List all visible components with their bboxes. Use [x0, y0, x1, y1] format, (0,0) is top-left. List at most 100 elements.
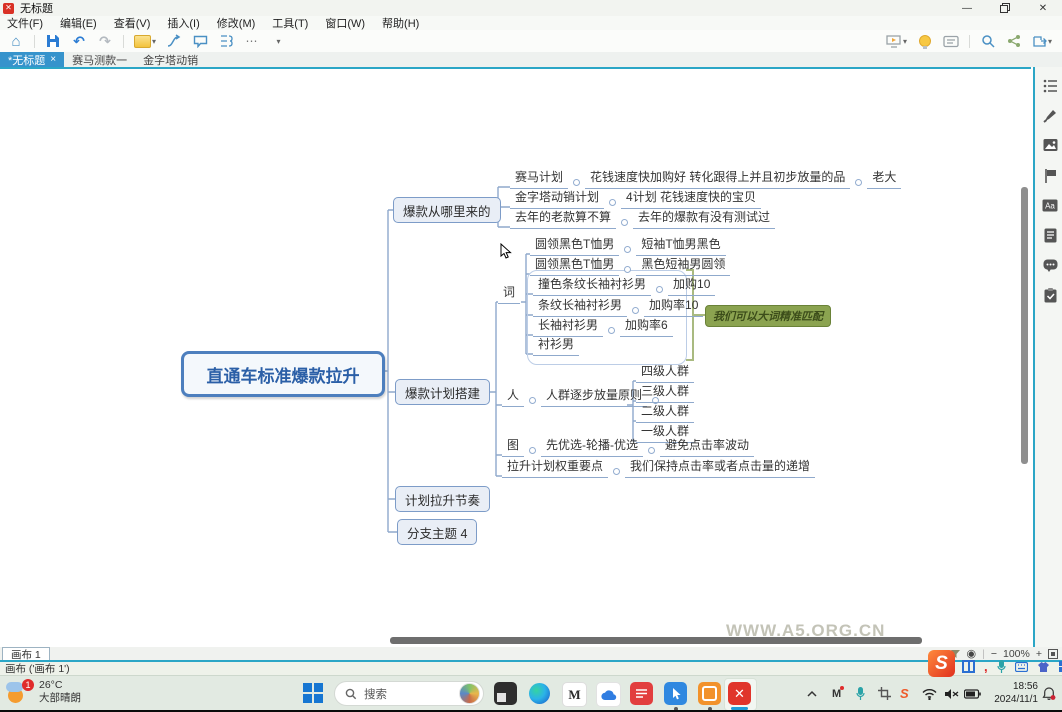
weather-widget[interactable]: 1 26°C 大部晴朗	[6, 679, 81, 705]
memo-button[interactable]	[943, 32, 959, 50]
maximize-button[interactable]	[986, 0, 1024, 16]
idea-button[interactable]	[917, 32, 933, 50]
topic[interactable]: 加购率10	[644, 296, 704, 317]
app-mindmaster-active[interactable]: ✕	[728, 682, 751, 705]
taskbar-search[interactable]: 搜索	[334, 681, 484, 706]
home-button[interactable]: ⌂	[8, 32, 24, 50]
tray-battery[interactable]	[964, 676, 981, 711]
sogou-menu-icon[interactable]	[1058, 661, 1062, 672]
close-button[interactable]: ✕	[1024, 0, 1062, 16]
zoom-out-button[interactable]: −	[991, 648, 997, 660]
tray-sogou[interactable]: S	[900, 676, 909, 711]
fit-screen-icon[interactable]	[1048, 648, 1058, 659]
save-button[interactable]	[45, 32, 61, 50]
theme-style-button[interactable]: ▾	[134, 32, 156, 50]
topic[interactable]: 避免点击率波动	[660, 436, 755, 457]
search-button[interactable]	[980, 32, 996, 50]
menu-file[interactable]: 文件(F)	[7, 15, 43, 31]
undo-button[interactable]: ↶	[71, 32, 87, 50]
callout-button[interactable]	[192, 32, 208, 50]
app-edge[interactable]	[528, 682, 551, 705]
punctuation-icon[interactable]: ,	[984, 660, 988, 673]
canvas-tab[interactable]: 画布 1	[2, 647, 50, 661]
toolbar-dropdown-button[interactable]: ▾	[270, 32, 286, 50]
keyboard-icon[interactable]	[1014, 661, 1028, 672]
tray-notifications[interactable]	[1042, 676, 1056, 711]
zoom-in-button[interactable]: +	[1036, 648, 1042, 660]
app-m-tile[interactable]: M	[562, 682, 587, 707]
menu-modify[interactable]: 修改(M)	[217, 15, 256, 31]
topic[interactable]: 花钱速度快加购好 转化跟得上并且初步放量的品	[585, 168, 851, 189]
skin-shirt-icon[interactable]	[1037, 661, 1050, 673]
branch-from[interactable]: 爆款从哪里来的	[393, 197, 501, 223]
topic[interactable]: 去年的爆款有没有测试过	[633, 208, 776, 229]
summary-callout[interactable]: 我们可以大词精准匹配	[705, 305, 831, 327]
menu-edit[interactable]: 编辑(E)	[60, 15, 97, 31]
tray-wifi[interactable]	[922, 676, 937, 711]
font-panel-button[interactable]: Aa	[1042, 197, 1058, 213]
taskbar-clock[interactable]: 18:56 2024/11/1	[986, 681, 1038, 706]
doc-tab-jinzita[interactable]: 金字塔动销	[135, 52, 206, 67]
topic[interactable]: 老大	[867, 168, 902, 189]
chinese-mode-icon[interactable]	[962, 660, 975, 673]
topic[interactable]: 赛马计划	[510, 168, 569, 189]
start-button[interactable]	[303, 683, 324, 704]
comment-panel-button[interactable]	[1042, 257, 1058, 273]
app-cloud[interactable]	[596, 682, 621, 707]
doc-tab-saima[interactable]: 赛马测款一	[64, 52, 135, 67]
tray-mic[interactable]	[856, 676, 865, 711]
more-tools-button[interactable]: ⋯	[244, 32, 260, 50]
tray-m-app[interactable]: M	[832, 676, 845, 711]
menu-view[interactable]: 查看(V)	[114, 15, 151, 31]
presentation-button[interactable]: ▾	[886, 32, 907, 50]
topic[interactable]: 去年的老款算不算	[510, 208, 617, 229]
share-button[interactable]	[1006, 32, 1022, 50]
task-panel-button[interactable]	[1042, 287, 1058, 303]
tray-chevron[interactable]	[806, 676, 818, 711]
outline-panel-button[interactable]	[1042, 77, 1058, 93]
relationship-button[interactable]	[166, 32, 182, 50]
menu-insert[interactable]: 插入(I)	[167, 15, 199, 31]
topic-picture[interactable]: 图	[502, 436, 525, 457]
topic[interactable]: 人群逐步放量原则	[541, 386, 648, 407]
redo-button[interactable]: ↷	[97, 32, 113, 50]
topic[interactable]: 金字塔动销计划	[510, 188, 605, 209]
tab-close-icon[interactable]: ×	[50, 54, 56, 65]
topic[interactable]: 加购率6	[620, 316, 673, 337]
central-topic[interactable]: 直通车标准爆款拉升	[181, 351, 385, 397]
tray-screenshot[interactable]	[878, 676, 891, 711]
tray-volume-muted[interactable]	[944, 676, 959, 711]
topic[interactable]: 三级人群	[636, 382, 695, 403]
summary-button[interactable]	[218, 32, 234, 50]
app-dark-tile[interactable]	[494, 682, 517, 705]
note-panel-button[interactable]	[1042, 227, 1058, 243]
focus-icon[interactable]: ◉	[967, 647, 977, 660]
menu-window[interactable]: 窗口(W)	[325, 15, 365, 31]
image-panel-button[interactable]	[1042, 137, 1058, 153]
topic[interactable]: 先优选-轮播-优选	[541, 436, 644, 457]
flag-panel-button[interactable]	[1042, 167, 1058, 183]
topic[interactable]: 长袖衬衫男	[533, 316, 604, 337]
doc-tab-untitled[interactable]: *无标题 ×	[0, 52, 65, 67]
topic[interactable]: 短袖T恤男黑色	[636, 235, 726, 256]
export-button[interactable]: ▾	[1032, 32, 1052, 50]
branch-4[interactable]: 分支主题 4	[397, 519, 478, 545]
topic[interactable]: 条纹长袖衬衫男	[533, 296, 628, 317]
topic[interactable]: 拉升计划权重要点	[502, 457, 609, 478]
topic[interactable]: 加购10	[668, 275, 716, 296]
branch-rhythm[interactable]: 计划拉升节奏	[395, 486, 491, 512]
topic[interactable]: 四级人群	[636, 362, 695, 383]
topic[interactable]: 二级人群	[636, 402, 695, 423]
mindmap-canvas[interactable]: 直通车标准爆款拉升 爆款从哪里来的 爆款计划搭建 计划拉升节奏 分支主题 4 赛…	[0, 67, 1031, 647]
minimize-button[interactable]: —	[948, 0, 986, 16]
topic[interactable]: 圆领黑色T恤男	[530, 255, 620, 276]
app-red-tile[interactable]	[630, 682, 653, 705]
sogou-logo-icon[interactable]: S	[928, 650, 955, 677]
topic-word[interactable]: 词	[498, 283, 521, 304]
menu-help[interactable]: 帮助(H)	[382, 15, 419, 31]
branch-build[interactable]: 爆款计划搭建	[395, 379, 491, 405]
topic-people[interactable]: 人	[502, 386, 525, 407]
topic[interactable]: 4计划 花钱速度快的宝贝	[621, 188, 762, 209]
app-pointer-tile[interactable]	[664, 682, 687, 705]
topic[interactable]: 圆领黑色T恤男	[530, 235, 620, 256]
